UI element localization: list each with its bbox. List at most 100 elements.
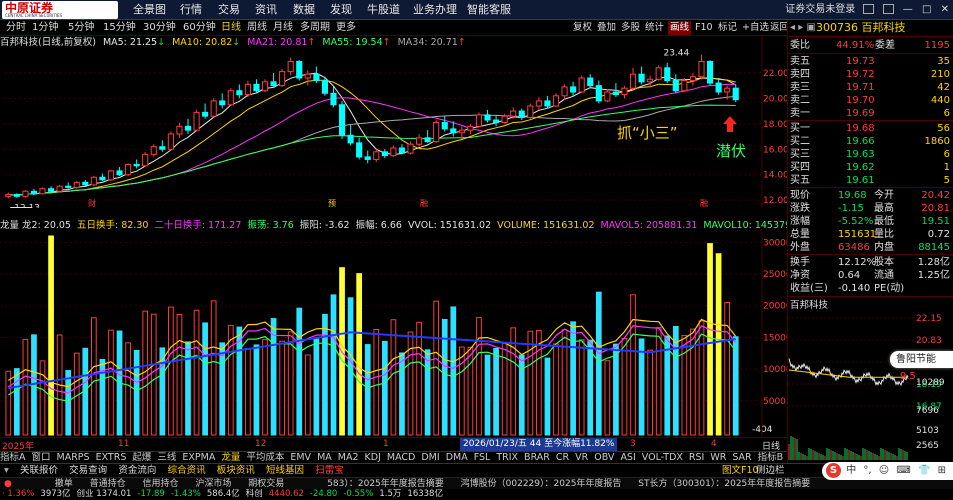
menu-faxian[interactable]: 发现 <box>330 0 352 20</box>
indicator-tab[interactable]: VOL-TDX <box>642 452 683 463</box>
news-item[interactable]: 鸿博股份（002229）：2025年年度报告 <box>461 479 622 489</box>
ime-toolbar[interactable]: S 中 °, ☺ ⌨ 👕 ⊞ Ai <box>822 462 953 480</box>
f10-button[interactable]: F10 <box>693 21 715 35</box>
related-stock-tooltip[interactable]: 鲁阳节能 9.5 <box>890 351 953 382</box>
tab-news[interactable]: 综合资讯 <box>164 465 210 476</box>
option-tab[interactable]: 期权交易 <box>248 479 284 489</box>
period-weekly[interactable]: 周线 <box>247 20 267 36</box>
period-1min[interactable]: 1分钟 <box>32 20 58 36</box>
period-15min[interactable]: 15分钟 <box>103 20 136 36</box>
news-item[interactable]: ST长方（300301）：2025年年度报告摘要 <box>638 479 810 489</box>
tab-related-quote[interactable]: 关联报价 <box>16 465 62 476</box>
nav-icons[interactable]: ◂ ▸ ▣ <box>790 21 816 34</box>
indicator-tab[interactable]: CR <box>556 452 569 463</box>
menu-niugudao[interactable]: 牛股道 <box>367 0 400 20</box>
indicator-tab[interactable]: SAR <box>732 452 751 463</box>
menu-yewubanli[interactable]: 业务办理 <box>413 0 457 20</box>
credit-position-tab[interactable]: 信用持仓 <box>143 479 179 489</box>
ime-toolbox-icon[interactable]: ⊞ <box>938 465 946 476</box>
indicator-tab[interactable]: DMI <box>421 452 439 463</box>
ime-lang[interactable]: 中 <box>846 465 856 476</box>
menu-quanjingtu[interactable]: 全景图 <box>133 0 166 20</box>
period-monthly[interactable]: 月线 <box>273 20 293 36</box>
news-item[interactable]: 583）：2025年年度报告摘要 <box>327 479 444 489</box>
login-status[interactable]: 证券交易未登录 <box>785 4 855 15</box>
indicator-tab[interactable]: 指标B <box>758 452 784 463</box>
event-marker[interactable]: 融 <box>700 198 708 208</box>
indicator-tab[interactable]: MA2 <box>338 452 359 463</box>
indicator-tab[interactable]: BRAR <box>524 452 550 463</box>
indicator-tab[interactable]: 起爆 <box>132 452 151 463</box>
overlay-button[interactable]: 叠加 <box>595 21 618 35</box>
indicator-tab[interactable]: EXTRS <box>96 452 127 463</box>
multistock-button[interactable]: 多股 <box>619 21 642 35</box>
candle-body <box>236 90 243 96</box>
price-chart[interactable]: 22.0020.0018.0016.0014.0012.0023.4412.13… <box>0 36 787 208</box>
indicator-tab[interactable]: 平均成本 <box>246 452 284 463</box>
indicator-tab[interactable]: RSI <box>689 452 704 463</box>
period-5min[interactable]: 5分钟 <box>68 20 94 36</box>
indicator-tab[interactable]: EXPMA <box>182 452 215 463</box>
ime-emoji-icon[interactable]: ☺ <box>879 465 889 476</box>
stats-button[interactable]: 统计 <box>643 21 666 35</box>
indicator-tab[interactable]: 窗口 <box>32 452 51 463</box>
tab-sector-news[interactable]: 板块资讯 <box>213 465 259 476</box>
indicator-tab[interactable]: MARPS <box>57 452 90 463</box>
period-30min[interactable]: 30分钟 <box>143 20 176 36</box>
indicator-tab[interactable]: 指标A <box>0 452 26 463</box>
period-fenshi[interactable]: 分时 <box>6 20 26 36</box>
indicator-value: 振荡: 3.76 <box>247 220 294 231</box>
indicator-tab[interactable]: EMV <box>290 452 311 463</box>
indicator-tab[interactable]: 龙量 <box>221 452 240 463</box>
intraday-mini-chart[interactable]: 22.1520.8319.5118.1916.87102897696510325… <box>788 310 953 463</box>
menu-jiaoyi[interactable]: 交易 <box>218 0 240 20</box>
layout-icon[interactable] <box>882 4 894 14</box>
indicator-tab[interactable]: 三线 <box>157 452 176 463</box>
mark-button[interactable]: 标记 <box>716 21 739 35</box>
tab-trade-query[interactable]: 交易查询 <box>65 465 111 476</box>
market-tab[interactable]: 沪深市场 <box>195 479 231 489</box>
cancel-order-tab[interactable]: 撤单 <box>55 479 73 489</box>
indicator-tab[interactable]: KDJ <box>365 452 381 463</box>
event-marker[interactable]: 预 <box>328 198 336 208</box>
indicator-tab[interactable]: MA <box>317 452 332 463</box>
indicator-tab[interactable]: FSL <box>474 452 491 463</box>
indicator-tab[interactable]: ASI <box>620 452 635 463</box>
maximize-button[interactable]: □ <box>922 4 931 15</box>
indicator-tab[interactable]: DMA <box>446 452 468 463</box>
ime-keyboard-icon[interactable]: ⌨ <box>896 465 910 476</box>
indicator-tab[interactable]: WR <box>710 452 726 463</box>
indicator-tab[interactable]: TRIX <box>496 452 518 463</box>
close-button[interactable]: ✕ <box>941 4 949 15</box>
ask-label: 卖一 <box>790 108 810 119</box>
tab-capital-flow[interactable]: 资金流向 <box>114 465 160 476</box>
menu-hangqing[interactable]: 行情 <box>180 0 202 20</box>
indicator-tab[interactable]: MACD <box>387 452 415 463</box>
event-marker[interactable]: 财 <box>88 198 96 208</box>
expand-icon[interactable]: ▾ <box>0 465 13 476</box>
tab-minesweeper[interactable]: 扫雷宝 <box>311 465 348 476</box>
indicator-tab[interactable]: OBV <box>594 452 614 463</box>
menu-shuju[interactable]: 数据 <box>293 0 315 20</box>
period-multi[interactable]: 多周期 <box>300 20 330 36</box>
event-marker[interactable]: 融 <box>420 198 428 208</box>
indicator-chart[interactable]: 30000250002000015000100005000-404 <box>0 232 787 437</box>
period-more[interactable]: 更多 <box>336 20 356 36</box>
tab-short-gene[interactable]: 短线基因 <box>262 465 308 476</box>
draw-line-button[interactable]: 画线 <box>668 21 692 35</box>
indicator-tab[interactable]: VR <box>575 452 588 463</box>
add-favorite-button[interactable]: +自选 <box>740 21 771 35</box>
period-60min[interactable]: 60分钟 <box>183 20 216 36</box>
tab-sidebar[interactable]: 侧边栏 <box>752 464 789 477</box>
ime-skin-icon[interactable]: 👕 <box>918 465 930 476</box>
stock-code-name[interactable]: 300736 百邦科技 <box>816 21 906 34</box>
minimize-button[interactable]: — <box>903 4 913 15</box>
menu-zixun[interactable]: 资讯 <box>255 0 277 20</box>
skin-icon[interactable] <box>863 4 875 14</box>
period-daily[interactable]: 日线 <box>221 20 241 36</box>
ime-punct[interactable]: °, <box>863 465 871 476</box>
menu-zhinengkefu[interactable]: 智能客服 <box>467 0 511 20</box>
sogou-icon[interactable]: S <box>826 463 841 478</box>
fuquan-button[interactable]: 复权 <box>571 21 594 35</box>
normal-position-tab[interactable]: 普通持仓 <box>90 479 126 489</box>
